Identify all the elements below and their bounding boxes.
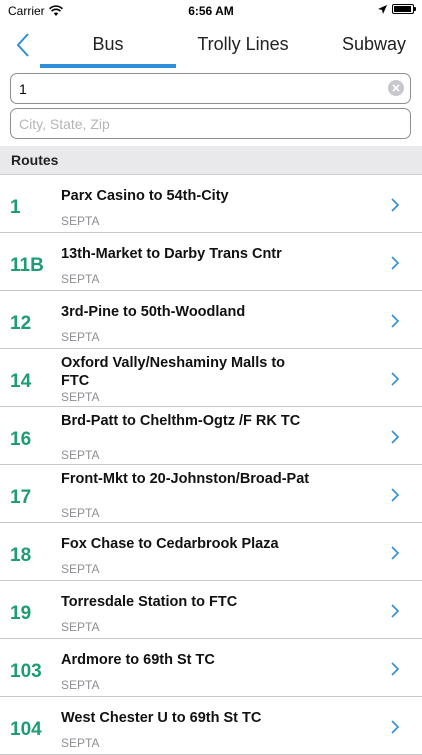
back-chevron-icon[interactable] — [10, 30, 36, 60]
route-name: Parx Casino to 54th-City — [61, 188, 229, 204]
chevron-right-icon — [391, 720, 400, 734]
route-agency: SEPTA — [61, 620, 100, 634]
route-agency: SEPTA — [61, 448, 100, 462]
tab-subway[interactable]: Subway — [336, 34, 422, 55]
chevron-right-icon — [391, 198, 400, 212]
route-row-16[interactable]: 16 Brd-Patt to Chelthm-Ogtz /F RK TC SEP… — [0, 407, 422, 465]
route-row-17[interactable]: 17 Front-Mkt to 20-Johnston/Broad-Pat SE… — [0, 465, 422, 523]
route-number: 104 — [10, 719, 42, 740]
clear-search-button[interactable] — [388, 80, 404, 96]
route-number: 103 — [10, 661, 42, 682]
chevron-right-icon — [391, 256, 400, 270]
chevron-right-icon — [391, 604, 400, 618]
route-agency: SEPTA — [61, 214, 100, 228]
close-icon — [392, 84, 400, 92]
route-number: 1 — [10, 197, 21, 218]
route-list: 1 Parx Casino to 54th-City SEPTA 11B 13t… — [0, 175, 422, 755]
route-name: Torresdale Station to FTC — [61, 594, 238, 610]
route-name: Fox Chase to Cedarbrook Plaza — [61, 536, 279, 552]
route-agency: SEPTA — [61, 562, 100, 576]
route-row-18[interactable]: 18 Fox Chase to Cedarbrook Plaza SEPTA — [0, 523, 422, 581]
route-number: 17 — [10, 487, 32, 508]
navigation-bar: Bus Trolly Lines Subway — [0, 22, 422, 70]
route-row-19[interactable]: 19 Torresdale Station to FTC SEPTA — [0, 581, 422, 639]
route-name: 13th-Market to Darby Trans Cntr — [61, 246, 282, 262]
route-agency: SEPTA — [61, 506, 100, 520]
route-agency: SEPTA — [61, 390, 100, 404]
route-number: 14 — [10, 371, 32, 392]
route-row-103[interactable]: 103 Ardmore to 69th St TC SEPTA — [0, 639, 422, 697]
route-row-104[interactable]: 104 West Chester U to 69th St TC SEPTA — [0, 697, 422, 755]
tab-bus[interactable]: Bus — [40, 34, 176, 55]
battery-icon — [392, 4, 416, 14]
route-name: 3rd-Pine to 50th-Woodland — [61, 304, 246, 320]
selected-tab-indicator — [40, 64, 176, 68]
route-number: 16 — [10, 429, 32, 450]
route-name: West Chester U to 69th St TC — [61, 710, 262, 726]
route-row-1[interactable]: 1 Parx Casino to 54th-City SEPTA — [0, 175, 422, 233]
routes-section-header: Routes — [0, 146, 422, 175]
route-name: Front-Mkt to 20-Johnston/Broad-Pat — [61, 471, 310, 487]
route-name: Brd-Patt to Chelthm-Ogtz /F RK TC — [61, 413, 301, 429]
route-row-11b[interactable]: 11B 13th-Market to Darby Trans Cntr SEPT… — [0, 233, 422, 291]
route-agency: SEPTA — [61, 678, 100, 692]
route-name: Oxford Vally/Neshaminy Malls to FTC — [61, 355, 286, 389]
route-number: 18 — [10, 545, 32, 566]
chevron-right-icon — [391, 372, 400, 386]
route-number: 12 — [10, 313, 32, 334]
route-agency: SEPTA — [61, 330, 100, 344]
chevron-right-icon — [391, 430, 400, 444]
chevron-right-icon — [391, 488, 400, 502]
chevron-right-icon — [391, 662, 400, 676]
status-time: 6:56 AM — [188, 4, 234, 18]
route-search-input[interactable] — [10, 73, 411, 104]
chevron-right-icon — [391, 546, 400, 560]
tab-trolly-lines[interactable]: Trolly Lines — [182, 34, 304, 55]
route-row-12[interactable]: 12 3rd-Pine to 50th-Woodland SEPTA — [0, 291, 422, 349]
chevron-right-icon — [391, 314, 400, 328]
battery-level — [394, 6, 412, 12]
route-number: 11B — [10, 255, 44, 276]
location-input[interactable] — [10, 108, 411, 139]
route-agency: SEPTA — [61, 736, 100, 750]
route-agency: SEPTA — [61, 272, 100, 286]
status-bar: Carrier 6:56 AM — [0, 0, 422, 22]
location-arrow-icon — [378, 4, 387, 14]
status-right-group — [378, 4, 416, 14]
section-title: Routes — [11, 152, 59, 168]
route-row-14[interactable]: 14 Oxford Vally/Neshaminy Malls to FTC S… — [0, 349, 422, 407]
route-name: Ardmore to 69th St TC — [61, 652, 215, 668]
route-number: 19 — [10, 603, 32, 624]
